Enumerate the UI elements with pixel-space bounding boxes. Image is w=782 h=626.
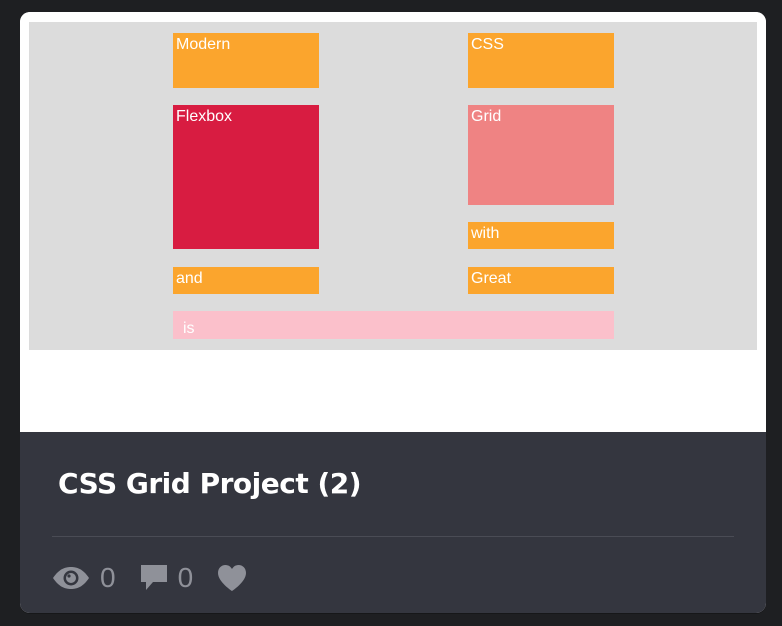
heart-icon (217, 564, 247, 592)
views-count: 0 (100, 562, 116, 593)
comment-icon (140, 563, 168, 593)
likes-stat[interactable] (217, 564, 247, 592)
footer-divider (52, 536, 734, 537)
comments-count: 0 (177, 562, 194, 593)
project-title[interactable]: CSS Grid Project (2) (58, 464, 362, 504)
grid-item-is: is (173, 311, 614, 339)
grid-item-with: with (468, 222, 614, 249)
grid-item-great: Great (468, 267, 614, 294)
eye-icon (52, 566, 90, 590)
project-preview[interactable]: Modern CSS Flexbox Grid with and Great i… (20, 12, 766, 432)
grid-item-css: CSS (468, 33, 614, 88)
grid-item-grid: Grid (468, 105, 614, 205)
grid-item-flexbox: Flexbox (173, 105, 319, 249)
views-stat[interactable]: 0 (52, 562, 116, 594)
grid-item-modern: Modern (173, 33, 319, 88)
comments-stat[interactable]: 0 (140, 562, 194, 594)
project-card[interactable]: Modern CSS Flexbox Grid with and Great i… (20, 12, 766, 613)
card-footer: CSS Grid Project (2) 0 0 (20, 432, 766, 613)
grid-item-and: and (173, 267, 319, 294)
preview-stage: Modern CSS Flexbox Grid with and Great i… (29, 22, 757, 350)
card-stats: 0 0 (52, 560, 271, 596)
